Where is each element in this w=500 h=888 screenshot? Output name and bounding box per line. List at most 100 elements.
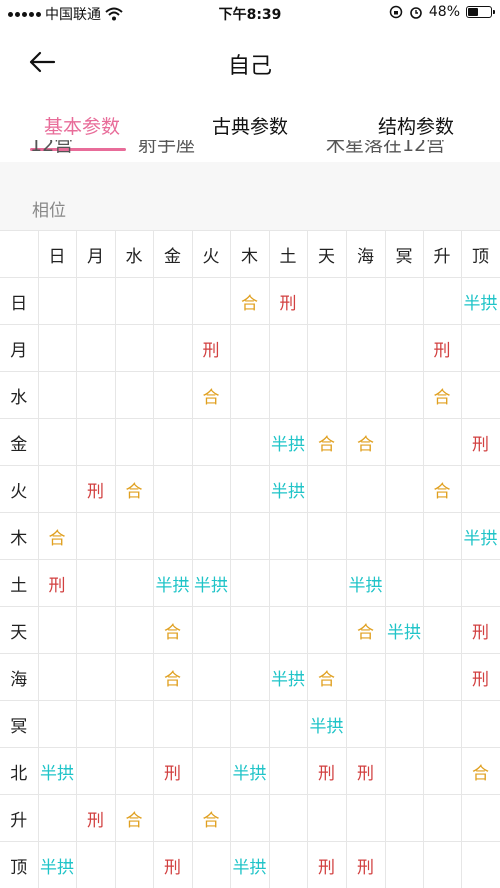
aspect-cell[interactable]: 半拱: [306, 700, 347, 748]
aspect-cell: [114, 559, 154, 607]
aspect-cell[interactable]: 合: [114, 465, 154, 513]
aspect-cell: [75, 747, 116, 795]
battery-fill: [468, 8, 479, 16]
aspect-cell: [37, 700, 77, 748]
aspect-column-header: 火: [191, 230, 231, 278]
aspect-cell[interactable]: 合: [306, 418, 347, 466]
aspect-cell[interactable]: 刑: [460, 606, 500, 654]
aspect-cell: [384, 371, 424, 419]
tab-basic-params[interactable]: 基本参数: [44, 112, 120, 139]
aspect-cell[interactable]: 刑: [422, 324, 462, 372]
aspect-row-header: 月: [0, 324, 39, 372]
aspect-cell: [345, 794, 386, 842]
aspect-cell[interactable]: 半拱: [268, 653, 308, 701]
aspect-cell[interactable]: 半拱: [268, 465, 308, 513]
aspect-cell[interactable]: 刑: [345, 841, 386, 888]
battery-percent: 48%: [428, 4, 460, 20]
aspect-cell: [422, 747, 462, 795]
aspect-cell[interactable]: 合: [191, 371, 231, 419]
aspect-row-header: 天: [0, 606, 39, 654]
aspect-cell: [114, 747, 154, 795]
aspect-cell: [268, 700, 308, 748]
aspect-cell[interactable]: 刑: [75, 465, 116, 513]
aspect-row: 日 合刑 半拱: [0, 277, 500, 325]
aspect-cell[interactable]: 半拱: [37, 747, 77, 795]
aspect-cell[interactable]: 半拱: [460, 512, 500, 560]
aspect-cell: [306, 371, 347, 419]
aspect-cell: [229, 512, 270, 560]
aspect-cell[interactable]: 合: [460, 747, 500, 795]
aspect-cell[interactable]: 刑: [191, 324, 231, 372]
aspect-cell: [384, 700, 424, 748]
aspect-cell: [384, 747, 424, 795]
aspect-cell[interactable]: 半拱: [345, 559, 386, 607]
tab-classical-params[interactable]: 古典参数: [212, 112, 288, 139]
aspect-cell[interactable]: 半拱: [268, 418, 308, 466]
partial-scrolled-row: 12宫 射手座 木星落在12宫: [0, 140, 500, 162]
aspect-cell: [268, 794, 308, 842]
aspect-cell[interactable]: 合: [152, 653, 193, 701]
aspect-column-header: 升: [422, 230, 462, 278]
aspect-cell[interactable]: 半拱: [384, 606, 424, 654]
nav-bar: 自己: [0, 26, 500, 98]
aspect-cell: [191, 465, 231, 513]
aspect-cell: [422, 606, 462, 654]
aspect-cell: [345, 653, 386, 701]
aspect-cell: [268, 747, 308, 795]
aspect-cell[interactable]: 刑: [306, 747, 347, 795]
aspect-cell[interactable]: 半拱: [229, 841, 270, 888]
aspect-cell: [345, 512, 386, 560]
aspect-cell: [306, 794, 347, 842]
aspect-cell[interactable]: 刑: [37, 559, 77, 607]
aspect-row-header: 北: [0, 747, 39, 795]
aspect-cell: [460, 794, 500, 842]
aspect-cell[interactable]: 合: [422, 465, 462, 513]
aspect-cell[interactable]: 刑: [306, 841, 347, 888]
aspect-cell: [229, 371, 270, 419]
aspect-row: 火刑合半拱合: [0, 465, 500, 513]
aspect-row: 北半拱刑半拱刑刑合: [0, 747, 500, 795]
aspect-cell: [229, 606, 270, 654]
aspect-cell: [422, 512, 462, 560]
tab-structure-params[interactable]: 结构参数: [378, 112, 454, 139]
aspect-cell[interactable]: 半拱: [460, 277, 500, 325]
aspect-cell: [422, 841, 462, 888]
aspect-cell[interactable]: 合: [37, 512, 77, 560]
aspect-cell: [268, 606, 308, 654]
aspect-cell: [191, 606, 231, 654]
aspect-cell[interactable]: 刑: [460, 418, 500, 466]
aspect-cell: [75, 512, 116, 560]
aspect-row-header: 火: [0, 465, 39, 513]
aspect-cell: [422, 418, 462, 466]
aspect-cell[interactable]: 半拱: [229, 747, 270, 795]
aspect-cell: [460, 559, 500, 607]
aspect-cell[interactable]: 合: [345, 606, 386, 654]
aspect-cell: [384, 653, 424, 701]
aspect-cell[interactable]: 刑: [152, 841, 193, 888]
aspect-cell: [229, 794, 270, 842]
aspect-cell[interactable]: 半拱: [191, 559, 231, 607]
aspect-cell[interactable]: 合: [229, 277, 270, 325]
aspect-cell: [384, 512, 424, 560]
aspect-cell[interactable]: 刑: [345, 747, 386, 795]
aspect-cell[interactable]: 刑: [460, 653, 500, 701]
aspect-cell: [384, 559, 424, 607]
aspect-cell[interactable]: 合: [114, 794, 154, 842]
aspect-cell: [37, 465, 77, 513]
aspect-cell[interactable]: 合: [191, 794, 231, 842]
section-title: 相位: [32, 201, 66, 221]
aspect-cell[interactable]: 刑: [75, 794, 116, 842]
page-title: 自己: [227, 54, 272, 79]
aspect-cell: [75, 418, 116, 466]
aspect-column-header: 月: [75, 230, 116, 278]
aspect-cell[interactable]: 刑: [152, 747, 193, 795]
aspect-cell[interactable]: 半拱: [152, 559, 193, 607]
aspect-cell[interactable]: 半拱: [37, 841, 77, 888]
aspect-cell[interactable]: 合: [306, 653, 347, 701]
aspect-cell[interactable]: 合: [422, 371, 462, 419]
aspect-cell[interactable]: 合: [152, 606, 193, 654]
aspect-cell: [422, 794, 462, 842]
aspect-row: 海合半拱合刑: [0, 653, 500, 701]
aspect-cell[interactable]: 合: [345, 418, 386, 466]
aspect-cell[interactable]: 刑: [268, 277, 308, 325]
